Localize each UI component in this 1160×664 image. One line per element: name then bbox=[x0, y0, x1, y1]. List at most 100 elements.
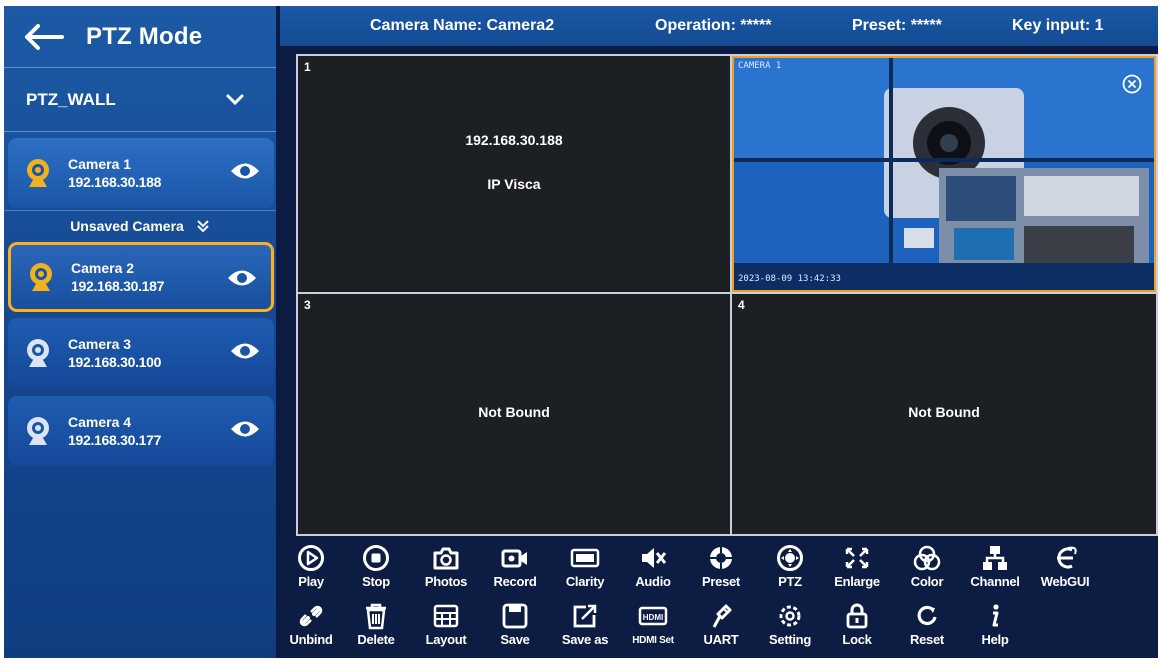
eye-icon[interactable] bbox=[230, 418, 260, 440]
wall-selector[interactable]: PTZ_WALL bbox=[4, 68, 276, 132]
double-chevron-down-icon bbox=[197, 219, 209, 232]
help-button[interactable]: Help bbox=[962, 602, 1028, 647]
webcam-icon bbox=[27, 417, 49, 445]
save-as-label: Save as bbox=[561, 632, 609, 647]
record-label: Record bbox=[493, 574, 537, 589]
camera-ip: 192.168.30.177 bbox=[68, 432, 162, 448]
audio-mute-icon bbox=[642, 548, 667, 568]
eye-icon[interactable] bbox=[230, 160, 260, 182]
ptz-label: PTZ bbox=[778, 574, 802, 589]
channel-button[interactable]: Channel bbox=[962, 544, 1028, 589]
cell-status: Not Bound bbox=[478, 404, 550, 420]
unsaved-camera-label: Unsaved Camera bbox=[70, 217, 184, 234]
page-title: PTZ Mode bbox=[86, 22, 203, 50]
delete-label: Delete bbox=[357, 632, 395, 647]
eye-icon[interactable] bbox=[230, 340, 260, 362]
web-icon bbox=[1057, 546, 1077, 569]
cell-status: Not Bound bbox=[908, 404, 980, 420]
uart-label: UART bbox=[703, 632, 739, 647]
control-toolbar: Play Stop Photos Record Clarity Audio Pr… bbox=[280, 540, 1158, 658]
save-label: Save bbox=[500, 632, 530, 647]
cell-protocol: IP Visca bbox=[487, 176, 541, 192]
delete-button[interactable]: Delete bbox=[343, 602, 409, 647]
hdmi-set-button[interactable]: HDMI HDMI Set bbox=[620, 602, 686, 646]
ptz-button[interactable]: PTZ bbox=[757, 544, 823, 589]
unsaved-camera-toggle[interactable]: Unsaved Camera bbox=[4, 210, 276, 240]
camera-item-3[interactable]: Camera 3 192.168.30.100 bbox=[8, 318, 274, 388]
stop-icon bbox=[363, 545, 389, 571]
gear-icon bbox=[779, 605, 801, 627]
video-cell-3[interactable]: 3 Not Bound bbox=[298, 294, 730, 534]
lock-label: Lock bbox=[842, 632, 872, 647]
layout-button[interactable]: Layout bbox=[413, 602, 479, 647]
play-icon bbox=[298, 545, 324, 571]
enlarge-label: Enlarge bbox=[834, 574, 880, 589]
sidebar-header: PTZ Mode bbox=[4, 6, 276, 68]
setting-button[interactable]: Setting bbox=[757, 602, 823, 647]
stop-label: Stop bbox=[362, 574, 390, 589]
audio-button[interactable]: Audio bbox=[620, 544, 686, 589]
save-as-button[interactable]: Save as bbox=[552, 602, 618, 647]
close-icon[interactable] bbox=[1122, 74, 1142, 94]
stop-button[interactable]: Stop bbox=[343, 544, 409, 589]
lock-button[interactable]: Lock bbox=[824, 602, 890, 647]
preset-button[interactable]: Preset bbox=[688, 544, 754, 589]
webgui-label: WebGUI bbox=[1040, 574, 1090, 589]
video-cell-4[interactable]: 4 Not Bound bbox=[732, 294, 1156, 534]
camera-item-1[interactable]: Camera 1 192.168.30.188 bbox=[8, 138, 274, 208]
setting-label: Setting bbox=[769, 632, 811, 647]
reset-label: Reset bbox=[910, 632, 944, 647]
unbind-icon bbox=[299, 605, 323, 627]
chevron-down-icon bbox=[226, 94, 244, 105]
uart-button[interactable]: UART bbox=[688, 602, 754, 647]
camera-name: Camera 2 bbox=[71, 260, 135, 276]
record-button[interactable]: Record bbox=[482, 544, 548, 589]
reset-button[interactable]: Reset bbox=[894, 602, 960, 647]
save-button[interactable]: Save bbox=[482, 602, 548, 647]
clarity-label: Clarity bbox=[565, 574, 605, 589]
ptz-app-screen: PTZ Mode PTZ_WALL Camera 1 192.168.30.18… bbox=[4, 6, 1158, 658]
enlarge-button[interactable]: Enlarge bbox=[824, 544, 890, 589]
key-input-status: Key input: 1 bbox=[1012, 17, 1104, 34]
video-cell-2[interactable]: CAMERA 1 2023-08-09 13:42:33 bbox=[732, 56, 1156, 292]
video-cell-1[interactable]: 1 192.168.30.188 IP Visca bbox=[298, 56, 730, 292]
photos-button[interactable]: Photos bbox=[413, 544, 479, 589]
camera-name: Camera 3 bbox=[68, 336, 132, 352]
help-label: Help bbox=[981, 632, 1009, 647]
layout-label: Layout bbox=[425, 632, 467, 647]
cell-number: 3 bbox=[304, 298, 311, 312]
camera-item-4[interactable]: Camera 4 192.168.30.177 bbox=[8, 396, 274, 466]
main-area: Camera Name: Camera2 Operation: ***** Pr… bbox=[280, 6, 1158, 658]
photos-label: Photos bbox=[424, 574, 468, 589]
unbind-label: Unbind bbox=[289, 632, 333, 647]
color-button[interactable]: Color bbox=[894, 544, 960, 589]
channel-label: Channel bbox=[970, 574, 1020, 589]
webgui-button[interactable]: WebGUI bbox=[1032, 544, 1098, 589]
play-button[interactable]: Play bbox=[278, 544, 344, 589]
clarity-button[interactable]: Clarity bbox=[552, 544, 618, 589]
osd-camera-label: CAMERA 1 bbox=[738, 61, 782, 71]
video-wall-grid: 1 192.168.30.188 IP Visca CAMERA 1 2023-… bbox=[296, 54, 1158, 536]
webcam-icon bbox=[30, 263, 52, 291]
preset-icon bbox=[710, 547, 732, 569]
hdmi-icon: HDMI bbox=[638, 606, 668, 626]
webcam-icon bbox=[27, 339, 49, 367]
back-arrow-icon[interactable] bbox=[24, 22, 66, 52]
operation-status: Operation: ***** bbox=[655, 17, 772, 34]
trash-icon bbox=[366, 603, 386, 630]
status-bar: Camera Name: Camera2 Operation: ***** Pr… bbox=[280, 6, 1158, 46]
camera-icon bbox=[433, 547, 459, 570]
uart-icon bbox=[712, 604, 732, 628]
ptz-icon bbox=[777, 545, 803, 571]
eye-icon[interactable] bbox=[227, 267, 257, 289]
reset-icon bbox=[917, 605, 937, 626]
camera-item-2[interactable]: Camera 2 192.168.30.187 bbox=[8, 242, 274, 312]
audio-label: Audio bbox=[635, 574, 671, 589]
camera-name-status: Camera Name: Camera2 bbox=[370, 17, 555, 34]
channel-icon bbox=[983, 546, 1007, 570]
clarity-icon bbox=[570, 548, 600, 568]
color-icon bbox=[913, 545, 941, 571]
cell-number: 1 bbox=[304, 60, 311, 74]
save-as-icon bbox=[573, 604, 597, 628]
unbind-button[interactable]: Unbind bbox=[278, 602, 344, 647]
